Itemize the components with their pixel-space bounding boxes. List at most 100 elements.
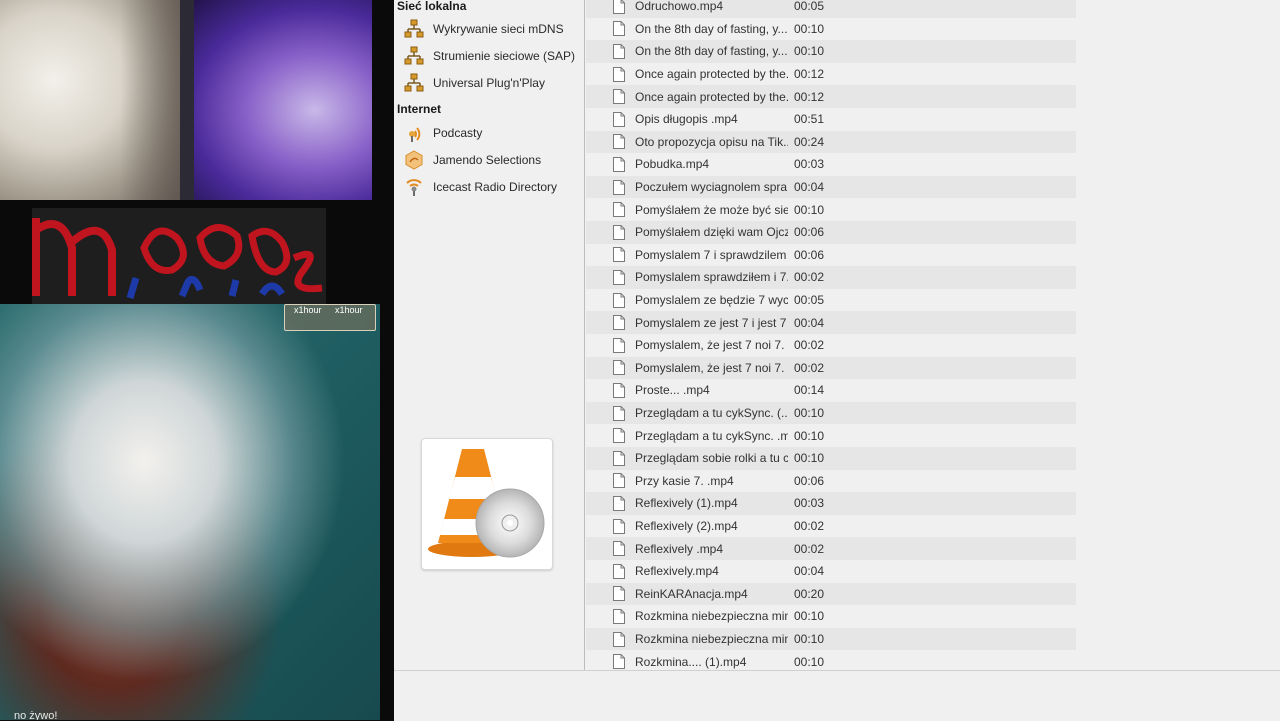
playlist-item-title: Pomyslalem, że jest 7 noi 7. ...: [635, 338, 788, 353]
playlist-item-title: Rozkmina.... (1).mp4: [635, 654, 747, 669]
playlist-item-duration: 00:10: [794, 406, 825, 421]
playlist-row[interactable]: Pomyslalem, że jest 7 noi 7. ... 00:02: [586, 334, 1076, 357]
file-icon: [613, 179, 625, 195]
playlist-item-duration: 00:04: [794, 564, 825, 579]
video-frame-top-right: [180, 0, 372, 200]
overlay-tag: x1hour: [294, 305, 322, 315]
sidebar-section-internet: Internet: [397, 102, 442, 116]
playlist-item-title: Przeglądam a tu cykSync. (...: [635, 406, 788, 421]
playlist-row[interactable]: Reflexively (2).mp4 00:02: [586, 515, 1076, 538]
handwritten-logo-icon: [32, 218, 323, 300]
playlist-item-title: Proste... .mp4: [635, 383, 710, 398]
playlist-item-duration: 00:14: [794, 383, 825, 398]
playlist-item-duration: 00:05: [794, 0, 825, 14]
playlist-item-duration: 00:06: [794, 225, 825, 240]
playlist-item-title: Reflexively (1).mp4: [635, 496, 738, 511]
playlist-item-title: Pomyślałem dzięki wam Ojcz...: [635, 225, 788, 240]
playlist-row[interactable]: Przeglądam a tu cykSync. .m... 00:10: [586, 424, 1076, 447]
sidebar-item-label: Jamendo Selections: [433, 153, 542, 167]
sidebar-item-label: Podcasty: [433, 126, 483, 140]
video-frame-divider: [180, 0, 194, 200]
file-icon: [613, 382, 625, 398]
playlist-row[interactable]: On the 8th day of fasting, y... 00:10: [586, 40, 1076, 63]
playlist-row[interactable]: Poczułem wyciagnolem spra... 00:04: [586, 175, 1076, 199]
file-icon: [613, 495, 625, 511]
file-icon: [613, 247, 625, 263]
playlist-row[interactable]: Pomyslalem, że jest 7 noi 7. ... 00:02: [586, 356, 1076, 380]
status-bar: [394, 670, 1280, 721]
playlist-item-duration: 00:12: [794, 67, 825, 82]
playlist-item-duration: 00:03: [794, 496, 825, 511]
playlist-item-duration: 00:02: [794, 519, 825, 534]
playlist-item-title: Poczułem wyciagnolem spra...: [635, 180, 788, 195]
playlist-item-title: Przeglądam sobie rolki a tu c...: [635, 451, 788, 466]
file-icon: [613, 473, 625, 489]
playlist-row[interactable]: Pomyslalem ze jest 7 i jest 7 ... 00:04: [586, 311, 1076, 334]
playlist-row[interactable]: Oto propozycja opisu na Tik... 00:24: [586, 130, 1076, 154]
video-collage: x1hour x1hour no żywo!: [0, 0, 394, 720]
playlist-item-duration: 00:02: [794, 360, 825, 375]
playlist-item-duration: 00:04: [794, 315, 825, 330]
playlist-row[interactable]: Reflexively.mp4 00:04: [586, 560, 1076, 583]
sidebar-section-local-network: Sieć lokalna: [397, 0, 467, 13]
playlist-item-duration: 00:24: [794, 134, 825, 149]
playlist-row[interactable]: Reflexively (1).mp4 00:03: [586, 492, 1076, 515]
playlist-row[interactable]: Reflexively .mp4 00:02: [586, 537, 1076, 560]
playlist-row[interactable]: Pomyślałem że może być sie... 00:10: [586, 198, 1076, 221]
file-icon: [613, 224, 625, 240]
playlist-row[interactable]: Pobudka.mp4 00:03: [586, 153, 1076, 176]
playlist-row[interactable]: ReinKARAnacja.mp4 00:20: [586, 582, 1076, 606]
sidebar-item-mdns[interactable]: Wykrywanie sieci mDNS: [404, 17, 579, 41]
playlist-item-duration: 00:12: [794, 89, 825, 104]
sidebar-item-upnp[interactable]: Universal Plug'n'Play: [404, 71, 579, 95]
file-icon: [613, 21, 625, 37]
playlist-row[interactable]: Odruchowo.mp4 00:05: [586, 0, 1076, 18]
playlist-item-duration: 00:10: [794, 451, 825, 466]
playlist-row[interactable]: Przeglądam a tu cykSync. (... 00:10: [586, 401, 1076, 425]
playlist-row[interactable]: Once again protected by the... 00:12: [586, 63, 1076, 86]
file-icon: [613, 450, 625, 466]
playlist-row[interactable]: Rozkmina niebezpieczna min... 00:10: [586, 627, 1076, 651]
playlist-row[interactable]: Pomyslalem sprawdziłem i 7.... 00:02: [586, 266, 1076, 289]
vlc-playlist-window: Sieć lokalna Wykrywanie sieci mDNS Strum…: [394, 0, 1280, 721]
file-icon: [613, 405, 625, 421]
playlist-item-title: Pomyslalem, że jest 7 noi 7. ...: [635, 360, 788, 375]
playlist-item-title: Pomyslalem ze będzie 7 wyci...: [635, 293, 788, 308]
file-icon: [613, 43, 625, 59]
overlay-tag: x1hour: [335, 305, 363, 315]
playlist-item-duration: 00:10: [794, 609, 825, 624]
playlist-item-duration: 00:06: [794, 473, 825, 488]
sidebar-item-icecast[interactable]: Icecast Radio Directory: [404, 175, 579, 199]
playlist-row[interactable]: On the 8th day of fasting, y... 00:10: [586, 18, 1076, 41]
playlist-item-title: Przy kasie 7. .mp4: [635, 473, 734, 488]
playlist-row[interactable]: Przeglądam sobie rolki a tu c... 00:10: [586, 447, 1076, 470]
sidebar-item-sap[interactable]: Strumienie sieciowe (SAP): [404, 44, 579, 68]
file-icon: [613, 428, 625, 444]
playlist-row[interactable]: Pomyslalem ze będzie 7 wyci... 00:05: [586, 289, 1076, 312]
playlist-item-title: Reflexively.mp4: [635, 564, 719, 579]
playlist-row[interactable]: Opis długopis .mp4 00:51: [586, 108, 1076, 131]
playlist-item-title: On the 8th day of fasting, y...: [635, 21, 788, 36]
sidebar-item-label: Universal Plug'n'Play: [433, 76, 545, 90]
file-icon: [613, 269, 625, 285]
playlist-row[interactable]: Pomyslalem 7 i sprawdzilem i ... 00:06: [586, 244, 1076, 267]
playlist-row[interactable]: Przy kasie 7. .mp4 00:06: [586, 470, 1076, 493]
playlist-item-title: Pomyslalem 7 i sprawdzilem i ...: [635, 247, 788, 262]
playlist-item-duration: 00:03: [794, 157, 825, 172]
playlist-item-duration: 00:10: [794, 654, 825, 669]
sidebar-item-podcasts[interactable]: Podcasty: [404, 121, 579, 145]
playlist-row[interactable]: Rozkmina niebezpieczna min... 00:10: [586, 605, 1076, 628]
playlist-row[interactable]: Once again protected by the... 00:12: [586, 85, 1076, 108]
playlist-row[interactable]: Pomyślałem dzięki wam Ojcz... 00:06: [586, 221, 1076, 244]
playlist-item-duration: 00:06: [794, 247, 825, 262]
playlist-item-duration: 00:10: [794, 21, 825, 36]
playlist-row[interactable]: Proste... .mp4 00:14: [586, 379, 1076, 402]
video-caption: no żywo!: [14, 710, 58, 720]
sidebar-item-jamendo[interactable]: Jamendo Selections: [404, 148, 579, 172]
file-icon: [613, 89, 625, 105]
playlist-item-duration: 00:10: [794, 44, 825, 59]
playlist-table: Odruchowo.mp4 00:05 On the 8th day of fast…: [586, 0, 1076, 670]
playlist-item-title: Pobudka.mp4: [635, 157, 710, 172]
file-icon: [613, 315, 625, 331]
playlist-item-duration: 00:20: [794, 586, 825, 601]
